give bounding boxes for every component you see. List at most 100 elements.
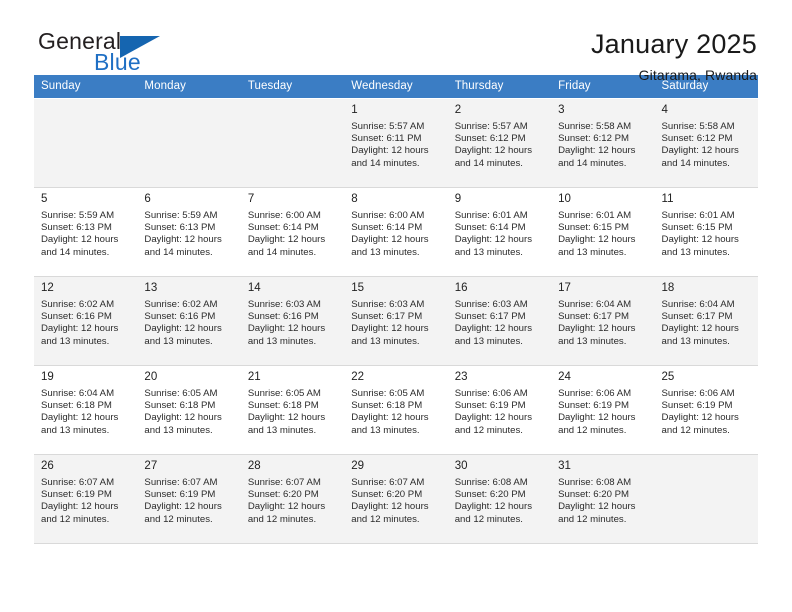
- day-cell-empty: [240, 98, 345, 188]
- day-number: 25: [661, 371, 675, 383]
- weekday-header-monday: Monday: [137, 75, 241, 99]
- day-number: 22: [351, 371, 365, 383]
- day-cell-empty: [34, 98, 138, 188]
- day-number: 14: [247, 282, 261, 294]
- weekday-header-thursday: Thursday: [447, 75, 552, 99]
- day-cell[interactable]: 21 Sunrise: 6:05 AM Sunset: 6:18 PM Dayli…: [240, 365, 345, 455]
- day-cell[interactable]: 13 Sunrise: 6:02 AM Sunset: 6:16 PM Dayli…: [137, 276, 241, 366]
- day-sun-info: Sunrise: 5:58 AM Sunset: 6:12 PM Dayligh…: [558, 121, 636, 169]
- day-sun-info: Sunrise: 6:05 AM Sunset: 6:18 PM Dayligh…: [144, 388, 222, 436]
- day-number: 6: [144, 193, 151, 205]
- day-cell[interactable]: 9 Sunrise: 6:01 AM Sunset: 6:14 PM Daylig…: [447, 187, 552, 277]
- day-number: 26: [41, 460, 54, 472]
- day-cell[interactable]: 23 Sunrise: 6:06 AM Sunset: 6:19 PM Dayli…: [447, 365, 552, 455]
- day-sun-info: Sunrise: 6:06 AM Sunset: 6:19 PM Dayligh…: [454, 388, 533, 436]
- day-number: 1: [351, 104, 358, 116]
- day-cell[interactable]: 19 Sunrise: 6:04 AM Sunset: 6:18 PM Dayli…: [34, 365, 138, 455]
- day-cell[interactable]: 3 Sunrise: 5:58 AM Sunset: 6:12 PM Daylig…: [551, 98, 655, 188]
- day-sun-info: Sunrise: 6:06 AM Sunset: 6:19 PM Dayligh…: [661, 388, 739, 436]
- day-sun-info: Sunrise: 6:00 AM Sunset: 6:14 PM Dayligh…: [351, 210, 429, 258]
- day-number: 29: [351, 460, 365, 472]
- day-number: 11: [661, 193, 674, 205]
- day-cell[interactable]: 16 Sunrise: 6:03 AM Sunset: 6:17 PM Dayli…: [447, 276, 552, 366]
- day-number: 7: [247, 193, 255, 205]
- weekday-header-wednesday: Wednesday: [344, 75, 448, 99]
- day-cell[interactable]: 1 Sunrise: 5:57 AM Sunset: 6:11 PM Daylig…: [344, 98, 448, 188]
- page-header: General Blue January 2025 Gitarama, Rwan…: [0, 0, 792, 83]
- page-title: January 2025: [590, 29, 757, 59]
- day-sun-info: Sunrise: 6:07 AM Sunset: 6:19 PM Dayligh…: [41, 477, 119, 525]
- day-sun-info: Sunrise: 6:07 AM Sunset: 6:20 PM Dayligh…: [351, 477, 429, 525]
- day-sun-info: Sunrise: 5:57 AM Sunset: 6:12 PM Dayligh…: [454, 121, 533, 169]
- day-sun-info: Sunrise: 6:07 AM Sunset: 6:19 PM Dayligh…: [144, 477, 222, 525]
- day-sun-info: Sunrise: 6:02 AM Sunset: 6:16 PM Dayligh…: [144, 299, 222, 347]
- logo-text-blue: Blue: [94, 49, 141, 75]
- day-sun-info: Sunrise: 6:01 AM Sunset: 6:15 PM Dayligh…: [661, 210, 739, 258]
- day-sun-info: Sunrise: 5:58 AM Sunset: 6:12 PM Dayligh…: [661, 121, 739, 169]
- day-cell[interactable]: 27 Sunrise: 6:07 AM Sunset: 6:19 PM Dayli…: [137, 454, 241, 544]
- day-number: 5: [41, 193, 48, 205]
- calendar-page: General Blue January 2025 Gitarama, Rwan…: [0, 0, 792, 612]
- day-cell[interactable]: 20 Sunrise: 6:05 AM Sunset: 6:18 PM Dayli…: [137, 365, 241, 455]
- day-cell[interactable]: 25 Sunrise: 6:06 AM Sunset: 6:19 PM Dayli…: [654, 365, 758, 455]
- day-number: 13: [144, 282, 158, 294]
- day-cell[interactable]: 31 Sunrise: 6:08 AM Sunset: 6:20 PM Dayli…: [551, 454, 655, 544]
- calendar-week-row: 19 Sunrise: 6:04 AM Sunset: 6:18 PM Dayli…: [34, 365, 758, 455]
- day-cell-empty: [654, 454, 758, 544]
- day-number: 31: [558, 460, 571, 472]
- weekday-header-tuesday: Tuesday: [240, 75, 345, 99]
- day-cell[interactable]: 24 Sunrise: 6:06 AM Sunset: 6:19 PM Dayli…: [551, 365, 655, 455]
- day-sun-info: Sunrise: 6:02 AM Sunset: 6:16 PM Dayligh…: [41, 299, 119, 347]
- day-cell[interactable]: 8 Sunrise: 6:00 AM Sunset: 6:14 PM Daylig…: [344, 187, 448, 277]
- day-sun-info: Sunrise: 6:01 AM Sunset: 6:15 PM Dayligh…: [558, 210, 636, 258]
- day-cell[interactable]: 10 Sunrise: 6:01 AM Sunset: 6:15 PM Dayli…: [551, 187, 655, 277]
- day-sun-info: Sunrise: 6:04 AM Sunset: 6:17 PM Dayligh…: [661, 299, 739, 347]
- day-sun-info: Sunrise: 5:59 AM Sunset: 6:13 PM Dayligh…: [41, 210, 119, 258]
- day-number: 30: [454, 460, 468, 472]
- day-cell[interactable]: 22 Sunrise: 6:05 AM Sunset: 6:18 PM Dayli…: [344, 365, 448, 455]
- day-number: 9: [454, 193, 462, 205]
- day-sun-info: Sunrise: 6:06 AM Sunset: 6:19 PM Dayligh…: [558, 388, 636, 436]
- day-sun-info: Sunrise: 6:08 AM Sunset: 6:20 PM Dayligh…: [558, 477, 636, 525]
- day-number: 24: [558, 371, 571, 383]
- calendar-week-row: 26 Sunrise: 6:07 AM Sunset: 6:19 PM Dayli…: [34, 454, 758, 544]
- day-number: 17: [558, 282, 571, 294]
- day-number: 2: [454, 104, 462, 116]
- day-cell[interactable]: 17 Sunrise: 6:04 AM Sunset: 6:17 PM Dayli…: [551, 276, 655, 366]
- day-cell[interactable]: 14 Sunrise: 6:03 AM Sunset: 6:16 PM Dayli…: [240, 276, 345, 366]
- day-cell[interactable]: 28 Sunrise: 6:07 AM Sunset: 6:20 PM Dayli…: [240, 454, 345, 544]
- day-cell[interactable]: 29 Sunrise: 6:07 AM Sunset: 6:20 PM Dayli…: [344, 454, 448, 544]
- day-cell[interactable]: 18 Sunrise: 6:04 AM Sunset: 6:17 PM Dayli…: [654, 276, 758, 366]
- day-sun-info: Sunrise: 6:00 AM Sunset: 6:14 PM Dayligh…: [247, 210, 326, 258]
- day-number: 3: [558, 104, 565, 116]
- day-sun-info: Sunrise: 6:03 AM Sunset: 6:17 PM Dayligh…: [351, 299, 429, 347]
- general-blue-logo[interactable]: General Blue: [34, 28, 214, 76]
- day-number: 21: [247, 371, 261, 383]
- day-sun-info: Sunrise: 5:59 AM Sunset: 6:13 PM Dayligh…: [144, 210, 222, 258]
- day-cell[interactable]: 2 Sunrise: 5:57 AM Sunset: 6:12 PM Daylig…: [447, 98, 552, 188]
- day-number: 10: [558, 193, 571, 205]
- day-cell[interactable]: 4 Sunrise: 5:58 AM Sunset: 6:12 PM Daylig…: [654, 98, 758, 188]
- day-sun-info: Sunrise: 6:08 AM Sunset: 6:20 PM Dayligh…: [454, 477, 533, 525]
- day-cell[interactable]: 15 Sunrise: 6:03 AM Sunset: 6:17 PM Dayli…: [344, 276, 448, 366]
- day-cell[interactable]: 30 Sunrise: 6:08 AM Sunset: 6:20 PM Dayli…: [447, 454, 552, 544]
- calendar-week-row: 12 Sunrise: 6:02 AM Sunset: 6:16 PM Dayli…: [34, 276, 758, 366]
- day-number: 12: [41, 282, 54, 294]
- day-cell[interactable]: 11 Sunrise: 6:01 AM Sunset: 6:15 PM Dayli…: [654, 187, 758, 277]
- calendar-week-row: 1 Sunrise: 5:57 AM Sunset: 6:11 PM Daylig…: [34, 98, 758, 188]
- day-cell[interactable]: 5 Sunrise: 5:59 AM Sunset: 6:13 PM Daylig…: [34, 187, 138, 277]
- day-cell[interactable]: 7 Sunrise: 6:00 AM Sunset: 6:14 PM Daylig…: [240, 187, 345, 277]
- day-number: 4: [661, 104, 668, 116]
- day-cell-empty: [137, 98, 241, 188]
- day-sun-info: Sunrise: 6:05 AM Sunset: 6:18 PM Dayligh…: [351, 388, 429, 436]
- calendar-body: 1 Sunrise: 5:57 AM Sunset: 6:11 PM Daylig…: [34, 98, 758, 544]
- day-cell[interactable]: 12 Sunrise: 6:02 AM Sunset: 6:16 PM Dayli…: [34, 276, 138, 366]
- title-block: January 2025 Gitarama, Rwanda: [591, 28, 757, 86]
- day-cell[interactable]: 6 Sunrise: 5:59 AM Sunset: 6:13 PM Daylig…: [137, 187, 241, 277]
- calendar-week-row: 5 Sunrise: 5:59 AM Sunset: 6:13 PM Daylig…: [34, 187, 758, 277]
- day-number: 28: [247, 460, 261, 472]
- day-sun-info: Sunrise: 6:03 AM Sunset: 6:16 PM Dayligh…: [247, 299, 326, 347]
- day-number: 27: [144, 460, 158, 472]
- day-cell[interactable]: 26 Sunrise: 6:07 AM Sunset: 6:19 PM Dayli…: [34, 454, 138, 544]
- day-number: 20: [144, 371, 158, 383]
